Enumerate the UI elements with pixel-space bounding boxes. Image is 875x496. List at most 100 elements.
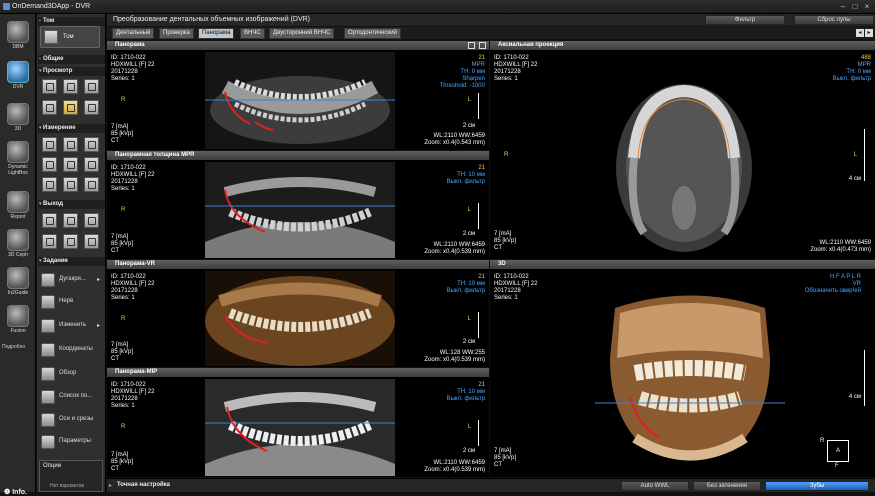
tom-button[interactable]: Том <box>40 26 100 48</box>
tom-section-header: ▪ Том <box>38 17 105 26</box>
lightbox-icon <box>7 141 29 163</box>
movie-tool[interactable] <box>63 213 78 228</box>
nav-dbm[interactable]: DBM <box>3 20 33 58</box>
tab-next-icon[interactable]: ▸ <box>865 29 873 37</box>
select-tool[interactable] <box>84 100 99 115</box>
density-tool[interactable] <box>63 157 78 172</box>
minimize-icon[interactable]: – <box>838 2 848 11</box>
task-list[interactable]: Список по... <box>39 388 105 406</box>
scale-bar <box>864 129 865 181</box>
delete-measure-tool[interactable] <box>84 177 99 192</box>
maximize-view-icon[interactable] <box>479 42 486 49</box>
list-icon <box>41 390 55 404</box>
task-parameters[interactable]: Параметры <box>39 433 105 451</box>
orientation-l: L <box>467 97 471 103</box>
volume-icon <box>44 30 58 44</box>
fusion-icon <box>7 305 29 327</box>
reset-zoom-button[interactable]: Сброс лупы <box>794 15 874 25</box>
window-level-tool[interactable] <box>84 79 99 94</box>
panorama-mip-view[interactable]: Панорама-MIP ID: 1710-022 HDXWILL [F] 22… <box>107 368 489 477</box>
disc-tool[interactable] <box>84 234 99 249</box>
task-axes[interactable]: Оси и срезы <box>39 411 105 429</box>
info-button[interactable]: ❷ Info. <box>4 488 27 496</box>
overview-icon <box>41 367 55 381</box>
arch-arrow-icon: ▸ <box>97 277 101 283</box>
capture-tool[interactable] <box>42 213 57 228</box>
scale-bar <box>478 420 479 446</box>
ruler-tool[interactable] <box>42 137 57 152</box>
auto-wwl-button[interactable]: Auto WWL <box>621 481 689 491</box>
coordinates-icon <box>41 343 55 357</box>
axes-icon <box>41 413 55 427</box>
title-bar: OnDemand3DApp - DVR – □ × <box>0 0 875 14</box>
export-tool[interactable] <box>42 234 57 249</box>
panorama-mip-image <box>205 379 395 476</box>
pan-tool[interactable] <box>42 79 57 94</box>
orientation-r: R <box>504 152 509 158</box>
nav-fusion[interactable]: Fusion <box>3 304 33 342</box>
cut-tool[interactable] <box>63 100 78 115</box>
teeth-button[interactable]: Зубы <box>765 481 869 491</box>
arrow-tool[interactable] <box>63 177 78 192</box>
output-section-header[interactable]: ▾ Выход <box>38 200 105 209</box>
nav-in2guide[interactable]: In2Guide <box>3 266 33 304</box>
left-nav: DBM DVR 3D Dynamic LightBox Report 3D Ce… <box>0 14 36 496</box>
filter-button[interactable]: Фильтр <box>705 15 785 25</box>
measure-section-header[interactable]: ▾ Измерение <box>38 124 105 133</box>
curve-tool[interactable] <box>84 137 99 152</box>
task-overview[interactable]: Обзор <box>39 365 105 383</box>
orientation-cube[interactable]: A <box>827 440 849 462</box>
parameters-icon <box>41 435 55 449</box>
panorama-view[interactable]: Панорама ID: 1710-022 HDXWILL [F] 22 201… <box>107 41 489 150</box>
axial-view[interactable]: Аксиальная проекция ID: 1710-022 HDXWILL… <box>490 41 875 259</box>
orientation-r: R <box>121 97 126 103</box>
no-shade-button[interactable]: Без затенения <box>693 481 761 491</box>
maximize-icon[interactable]: □ <box>850 2 860 11</box>
annotation-tool[interactable] <box>42 177 57 192</box>
view-section-header[interactable]: ▾ Просмотр <box>38 67 105 76</box>
view-params: 21 TH: 10 мм Выкл. фильтр <box>446 165 485 185</box>
orientation-l: L <box>467 424 471 430</box>
patient-info: ID: 1710-022 HDXWILL [F] 22 20171228 Ser… <box>494 274 538 301</box>
window-level: WL:2110 WW:6459 Zoom: x0.4(0.539 mm) <box>424 242 485 255</box>
area-tool[interactable] <box>42 157 57 172</box>
fine-tuning-arrow-icon[interactable]: ▸ <box>109 482 112 489</box>
save-tool[interactable] <box>63 234 78 249</box>
scan-params: 7 [mA] 85 [kVp] CT <box>494 448 517 468</box>
task-section-header[interactable]: ▾ Задание <box>38 257 105 266</box>
zoom-tool[interactable] <box>63 79 78 94</box>
tab-orthodontic[interactable]: Ортодонтический <box>344 28 401 39</box>
layout-grid-icon[interactable] <box>468 42 475 49</box>
task-edit[interactable]: Изменить ▸ <box>39 317 105 335</box>
nav-details[interactable]: Подробно <box>2 344 25 350</box>
tab-check[interactable]: Проверка <box>159 28 194 39</box>
tab-dental[interactable]: Дентальный <box>112 28 155 39</box>
tab-panorama[interactable]: Панорама <box>198 28 235 39</box>
rotate-tool[interactable] <box>42 100 57 115</box>
tab-prev-icon[interactable]: ◂ <box>856 29 864 37</box>
print-tool[interactable] <box>84 213 99 228</box>
panorama-vr-view[interactable]: Панорама-VR ID: 1710-022 HDXWILL [F] 22 … <box>107 260 489 367</box>
info-icon: ❷ <box>4 489 13 496</box>
tab-bilateral-tmj[interactable]: Двусторонний ВНЧС <box>269 28 335 39</box>
dbm-icon <box>7 21 29 43</box>
panel-title: 3D <box>490 260 875 269</box>
tab-tmj[interactable]: ВНЧС <box>240 28 265 39</box>
scale-label: 2 см <box>462 231 475 237</box>
angle-tool[interactable] <box>63 137 78 152</box>
nav-dvr[interactable]: DVR <box>3 60 33 98</box>
nav-lightbox[interactable]: Dynamic LightBox <box>3 140 33 186</box>
panorama-mpr-view[interactable]: Панорамная толщина MPR ID: 1710-022 HDXW… <box>107 151 489 259</box>
profile-tool[interactable] <box>84 157 99 172</box>
task-arch[interactable]: Дугакри... ▸ <box>39 271 105 289</box>
view-params: H F A P L R VR Обозначить овер!ей <box>804 274 861 294</box>
nav-report[interactable]: Report <box>3 190 33 228</box>
nav-3d[interactable]: 3D <box>3 102 33 140</box>
task-coordinates[interactable]: Координаты <box>39 341 105 359</box>
orientation-l: L <box>467 207 471 213</box>
orientation-r: R <box>121 424 126 430</box>
close-icon[interactable]: × <box>862 2 872 11</box>
task-nerve[interactable]: Нерв <box>39 293 105 311</box>
nav-3d-ceph[interactable]: 3D Ceph <box>3 228 33 266</box>
volume-3d-view[interactable]: 3D ID: 1710-022 HDXWILL [F] 22 20171228 … <box>490 260 875 477</box>
